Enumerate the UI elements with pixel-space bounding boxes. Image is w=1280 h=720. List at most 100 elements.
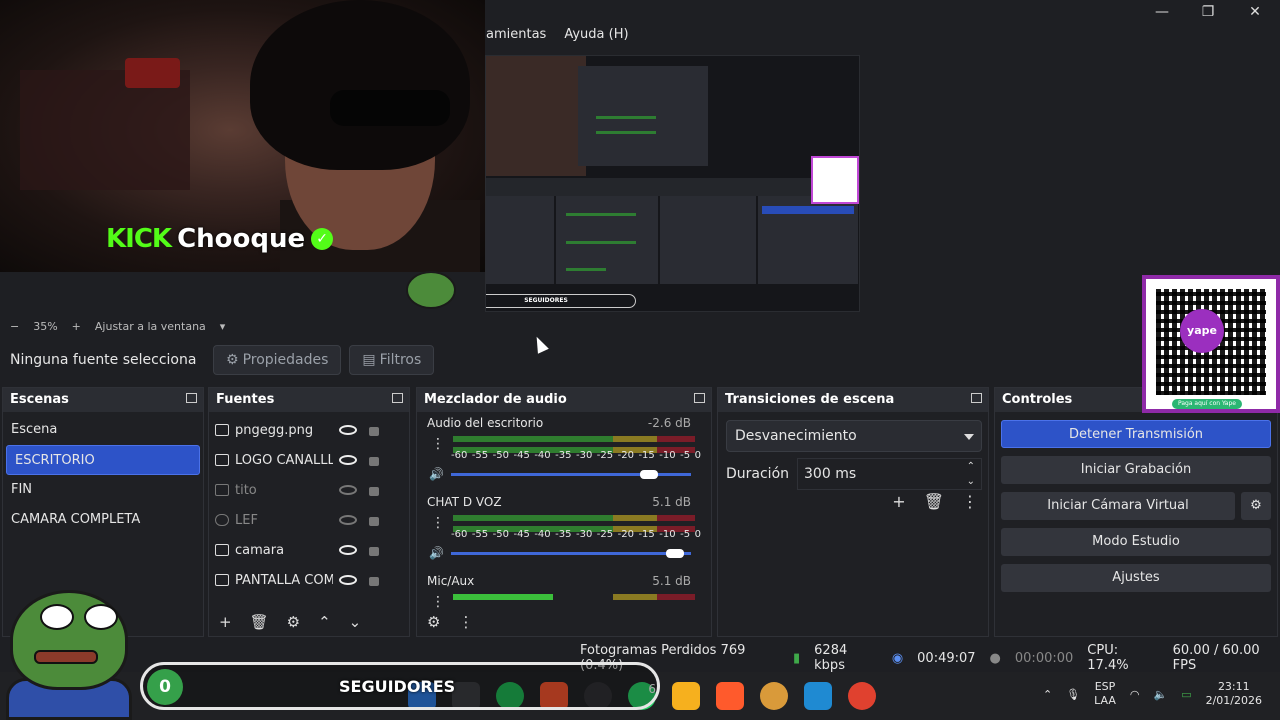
source-item[interactable]: LOGO CANALLL (209, 445, 409, 475)
eye-hidden-icon[interactable] (339, 515, 357, 525)
vscode-icon[interactable] (804, 682, 832, 710)
stop-streaming-button[interactable]: Detener Transmisión (1001, 420, 1271, 448)
float-dock-icon[interactable] (392, 393, 403, 403)
properties-button[interactable]: ⚙ Propiedades (213, 345, 342, 375)
minimize-button[interactable]: — (1147, 2, 1177, 22)
filters-button[interactable]: ▤ Filtros (349, 345, 435, 375)
close-button[interactable]: ✕ (1240, 2, 1270, 22)
settings-button[interactable]: Ajustes (1001, 564, 1271, 592)
microphone-icon[interactable]: 🎙 (1066, 688, 1080, 701)
controls-title-text: Controles (1002, 392, 1073, 407)
lock-icon[interactable] (369, 427, 379, 436)
battery-icon[interactable]: ▭ (1181, 688, 1191, 701)
eye-icon[interactable] (339, 545, 357, 555)
duration-spinbox[interactable]: 300 ms ⌃ ⌄ (797, 458, 982, 490)
scale-tick: -5 (680, 529, 691, 540)
pepe-sticker-small (406, 271, 456, 309)
webcam-overlay: KICK Chooque ✓ (0, 0, 485, 272)
mixer-settings-icon[interactable]: ⚙ (427, 613, 440, 631)
volume-meter (453, 436, 695, 442)
virtual-camera-button[interactable]: Iniciar Cámara Virtual (1001, 492, 1235, 520)
followers-overlay: 0 SEGUIDORES (140, 662, 660, 710)
clock[interactable]: 23:11 2/01/2026 (1206, 680, 1262, 708)
channel-menu-icon[interactable]: ⋮ (431, 515, 445, 531)
add-source-icon[interactable]: + (219, 613, 232, 631)
audio-mixer-dock: Mezclador de audio Audio del escritorio -… (416, 387, 712, 637)
float-dock-icon[interactable] (694, 393, 705, 403)
menu-ayuda[interactable]: Ayuda (H) (564, 27, 628, 42)
scale-tick: -50 (492, 450, 509, 461)
image-icon (215, 424, 229, 436)
lock-icon[interactable] (369, 517, 379, 526)
maximize-button[interactable]: ❐ (1193, 2, 1223, 22)
image-icon (215, 454, 229, 466)
volume-icon[interactable]: 🔈 (1153, 688, 1167, 701)
cat-app-icon[interactable] (760, 682, 788, 710)
zoom-out-button[interactable]: − (10, 320, 19, 333)
add-transition-icon[interactable]: + (892, 492, 905, 511)
remove-transition-icon[interactable]: 🗑 (924, 492, 944, 511)
fit-window-button[interactable]: Ajustar a la ventana (95, 320, 206, 333)
source-item[interactable]: pngegg.png (209, 415, 409, 445)
eye-icon[interactable] (339, 425, 357, 435)
chrome-icon[interactable] (848, 682, 876, 710)
source-item[interactable]: LEF (209, 505, 409, 535)
scenes-title: Escenas (3, 388, 203, 412)
scale-tick: -55 (471, 529, 489, 540)
speaker-icon[interactable]: 🔊 (429, 546, 444, 560)
menu-herramientas[interactable]: amientas (486, 27, 546, 42)
lock-icon[interactable] (369, 547, 379, 556)
zoom-in-button[interactable]: + (72, 320, 81, 333)
scene-item[interactable]: FIN (3, 475, 203, 505)
source-item[interactable]: tito (209, 475, 409, 505)
preview-webcam (486, 56, 586, 176)
scale-tick: -15 (638, 450, 655, 461)
speaker-icon[interactable]: 🔊 (429, 467, 444, 481)
eye-icon[interactable] (339, 575, 357, 585)
transitions-title-text: Transiciones de escena (725, 392, 895, 407)
app-icon[interactable] (672, 682, 700, 710)
volume-slider-handle[interactable] (639, 470, 658, 479)
record-icon: ● (989, 650, 1001, 666)
scene-item[interactable]: CAMARA COMPLETA (3, 505, 203, 535)
spin-arrows-icon[interactable]: ⌃ ⌄ (967, 459, 975, 489)
float-dock-icon[interactable] (971, 393, 982, 403)
lock-icon[interactable] (369, 457, 379, 466)
transition-select[interactable]: Desvanecimiento (726, 420, 982, 452)
volume-slider[interactable] (451, 552, 691, 555)
filters-label: Filtros (379, 352, 422, 368)
move-down-icon[interactable]: ⌄ (349, 613, 362, 631)
transition-menu-icon[interactable]: ⋮ (962, 492, 978, 511)
wifi-icon[interactable]: ◠ (1130, 688, 1140, 701)
lock-icon[interactable] (369, 577, 379, 586)
crunchyroll-icon[interactable] (716, 682, 744, 710)
float-dock-icon[interactable] (186, 393, 197, 403)
start-recording-button[interactable]: Iniciar Grabación (1001, 456, 1271, 484)
virtual-camera-settings-icon[interactable]: ⚙ (1241, 492, 1271, 520)
scale-tick: -40 (534, 450, 551, 461)
language-indicator[interactable]: ESP LAA (1094, 680, 1116, 708)
bitrate: 6284 kbps (814, 643, 848, 673)
scale-tick: 0 (694, 529, 701, 540)
source-item[interactable]: camara (209, 535, 409, 565)
zoom-dropdown-icon[interactable]: ▾ (220, 320, 226, 333)
preview-canvas[interactable]: SEGUIDORES (485, 55, 860, 312)
eye-icon[interactable] (339, 455, 357, 465)
source-settings-icon[interactable]: ⚙ (287, 613, 300, 631)
pepe-eye-right (84, 604, 118, 630)
tray-chevron-icon[interactable]: ⌃ (1043, 688, 1052, 701)
sources-toolbar: + 🗑 ⚙ ⌃ ⌄ (209, 608, 361, 636)
source-item[interactable]: PANTALLA COMP (209, 565, 409, 595)
scene-item-selected[interactable]: ESCRITORIO (6, 445, 200, 475)
remove-source-icon[interactable]: 🗑 (250, 613, 269, 631)
scale-tick: -45 (513, 529, 530, 540)
volume-slider-handle[interactable] (666, 549, 685, 558)
channel-menu-icon[interactable]: ⋮ (431, 436, 445, 452)
move-up-icon[interactable]: ⌃ (318, 613, 331, 631)
studio-mode-button[interactable]: Modo Estudio (1001, 528, 1271, 556)
mixer-menu-icon[interactable]: ⋮ (458, 613, 473, 631)
scale-tick: 0 (694, 450, 701, 461)
eye-hidden-icon[interactable] (339, 485, 357, 495)
scene-item[interactable]: Escena (3, 415, 203, 445)
lock-icon[interactable] (369, 487, 379, 496)
